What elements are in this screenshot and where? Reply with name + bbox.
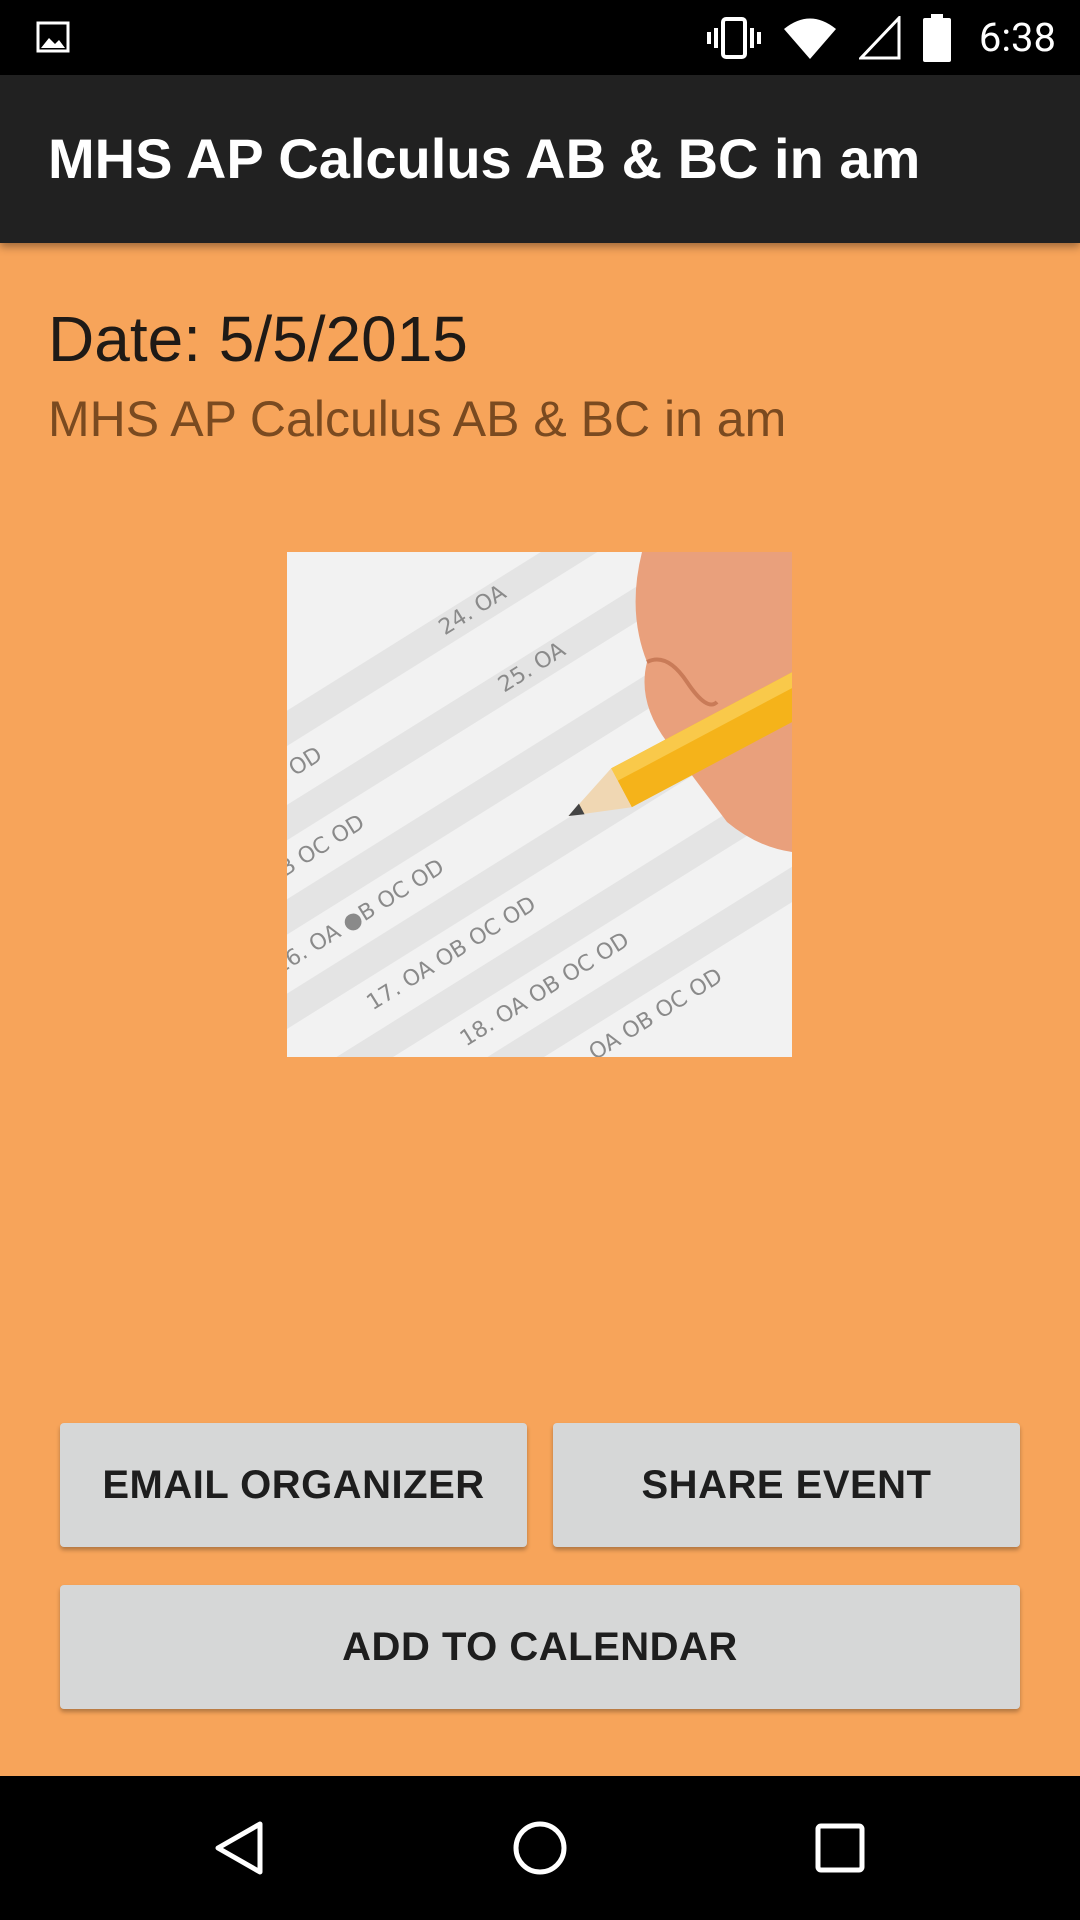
add-to-calendar-button[interactable]: ADD TO CALENDAR — [60, 1585, 1020, 1709]
page-title: MHS AP Calculus AB & BC in am — [48, 127, 921, 190]
cell-signal-icon — [858, 15, 901, 60]
status-time: 6:38 — [978, 14, 1056, 61]
vibrate-icon — [706, 16, 761, 60]
email-organizer-button[interactable]: EMAIL ORGANIZER — [60, 1423, 527, 1547]
status-bar: 6:38 — [0, 0, 1080, 75]
event-subtitle: MHS AP Calculus AB & BC in am — [48, 391, 787, 447]
recents-icon[interactable] — [804, 1812, 876, 1884]
back-icon[interactable] — [204, 1812, 276, 1884]
navigation-bar — [0, 1776, 1080, 1920]
status-icons: 6:38 — [685, 0, 1056, 75]
event-date: Date: 5/5/2015 — [48, 303, 468, 375]
wifi-icon — [783, 16, 837, 60]
screen: 6:38 MHS AP Calculus AB & BC in am Date:… — [0, 0, 1080, 1920]
action-bar: MHS AP Calculus AB & BC in am — [0, 75, 1080, 243]
battery-icon — [922, 13, 951, 62]
home-icon[interactable] — [504, 1812, 576, 1884]
test-answer-sheet-image: OA OB OC OD OA OB OC OD 16. OA ●B OC OD … — [287, 552, 792, 1057]
image-notification-icon — [36, 20, 70, 54]
share-event-button[interactable]: SHARE EVENT — [553, 1423, 1020, 1547]
